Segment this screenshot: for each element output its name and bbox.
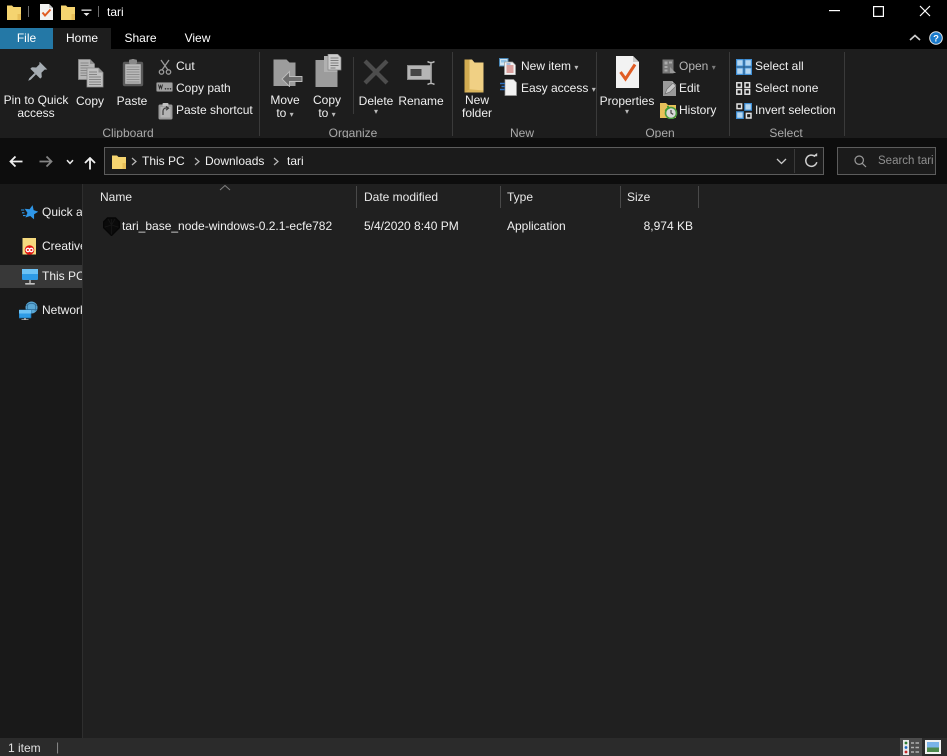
svg-text:?: ?	[933, 34, 939, 45]
